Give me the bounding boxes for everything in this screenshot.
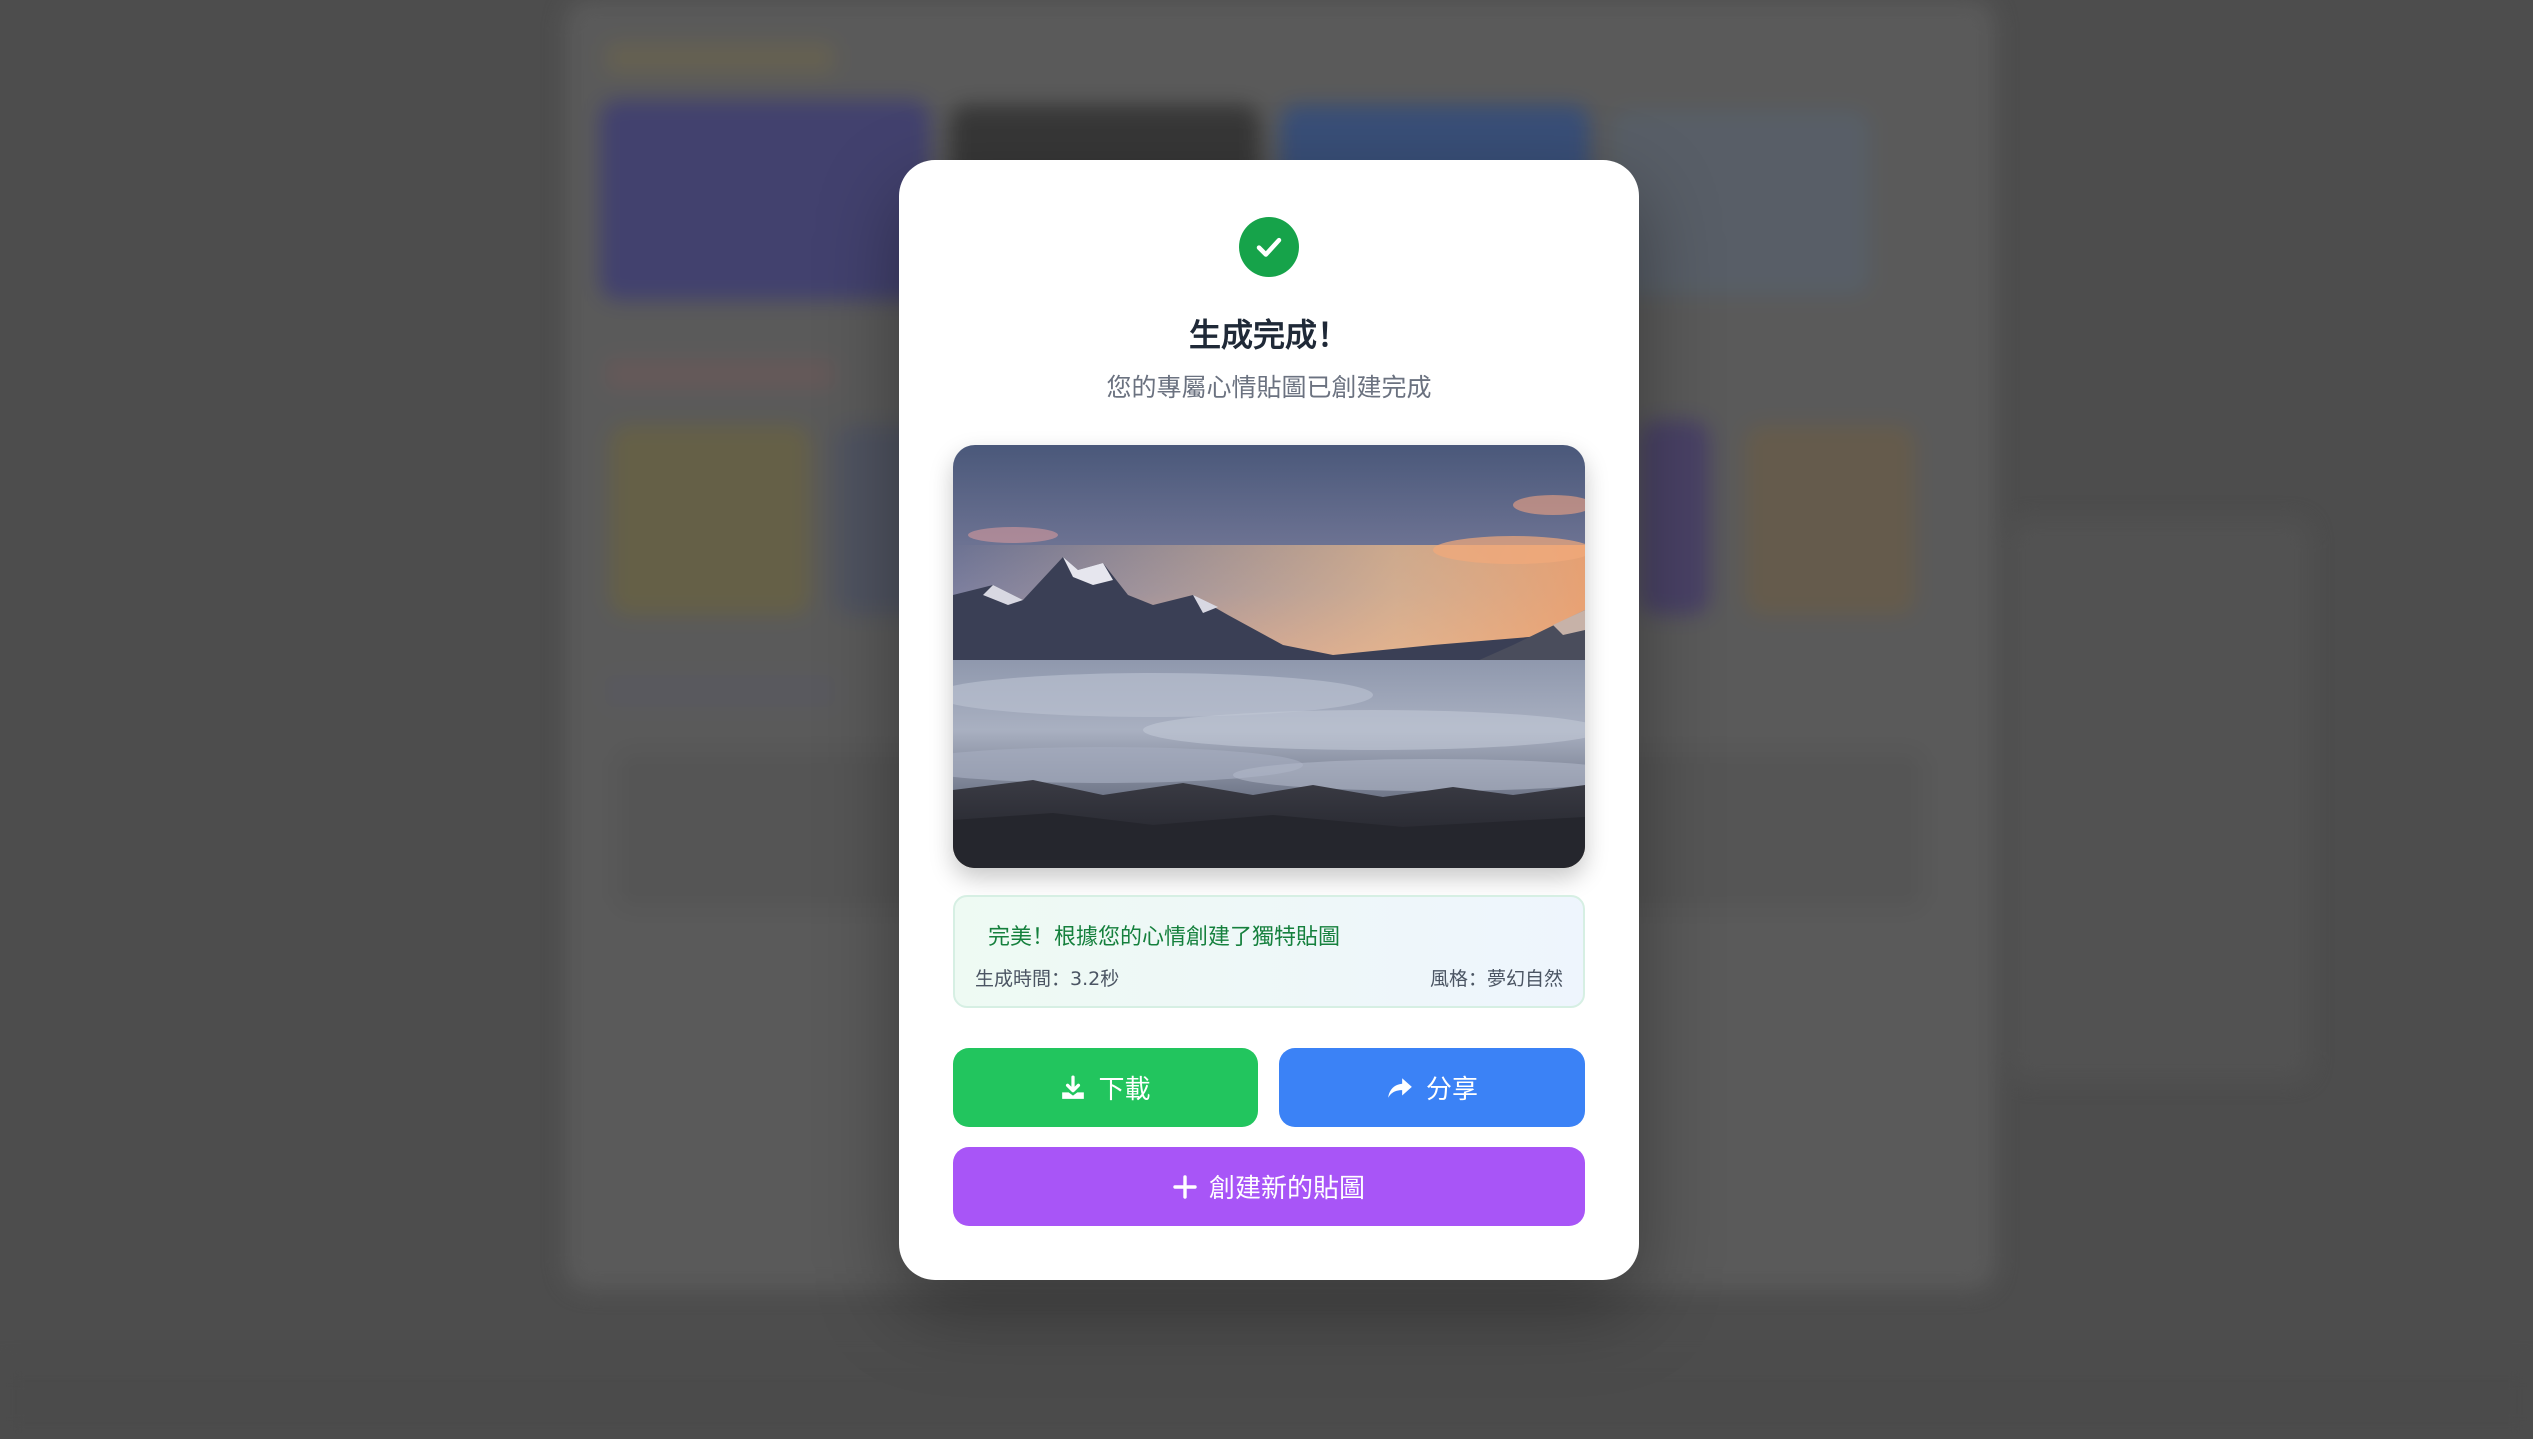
result-info-box: 完美！根據您的心情創建了獨特貼圖 生成時間：3.2秒 風格：夢幻自然 (953, 895, 1585, 1008)
check-circle-icon (1239, 217, 1299, 277)
result-message: 完美！根據您的心情創建了獨特貼圖 (988, 925, 1341, 950)
download-icon (1060, 1075, 1086, 1101)
download-button[interactable]: 下載 (953, 1048, 1258, 1127)
download-button-label: 下載 (1098, 1075, 1151, 1105)
share-icon (1386, 1075, 1414, 1101)
share-button-label: 分享 (1425, 1075, 1478, 1105)
success-modal: 生成完成！ 您的專屬心情貼圖已創建完成 完美！根據您的心情創建了獨特貼圖 生成時… (899, 160, 1639, 1280)
create-new-sticker-button[interactable]: 創建新的貼圖 (953, 1147, 1585, 1226)
generation-time: 生成時間：3.2秒 (975, 968, 1120, 990)
share-button[interactable]: 分享 (1279, 1048, 1585, 1127)
modal-subtitle: 您的專屬心情貼圖已創建完成 (1106, 373, 1432, 402)
plus-icon (1173, 1174, 1197, 1199)
style-label: 風格：夢幻自然 (1429, 968, 1563, 990)
generated-sticker-image (953, 445, 1585, 868)
create-new-button-label: 創建新的貼圖 (1208, 1174, 1365, 1204)
modal-title: 生成完成！ (1188, 316, 1349, 354)
